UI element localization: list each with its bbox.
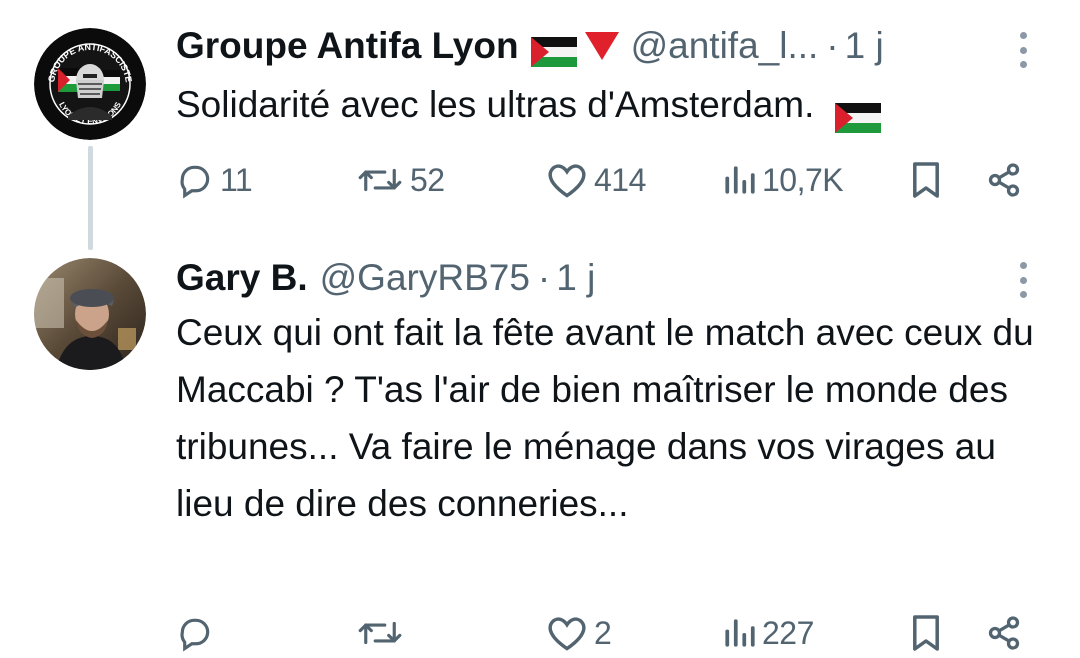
- share-icon: [988, 616, 1020, 650]
- like-count: 2: [594, 614, 612, 651]
- share-icon: [988, 163, 1020, 197]
- repost-button[interactable]: 52: [356, 155, 445, 205]
- tweet-text-content: Solidarité avec les ultras d'Amsterdam.: [176, 84, 815, 125]
- tweet-2: Gary B. @GaryRB75 · 1 j Ceux qui ont fai…: [0, 250, 1080, 656]
- tweet-1: GROUPE ANTIFASCISTE LYON ET ENVIRONS Gro…: [0, 0, 1080, 250]
- display-name[interactable]: Groupe Antifa Lyon: [176, 22, 519, 70]
- handle[interactable]: @GaryRB75: [320, 254, 530, 302]
- timestamp[interactable]: 1 j: [556, 254, 595, 302]
- timestamp[interactable]: 1 j: [845, 22, 884, 70]
- repost-button[interactable]: [356, 608, 410, 658]
- bookmark-icon: [913, 615, 939, 651]
- palestine-flag-icon: [834, 92, 881, 134]
- tweet-text: Solidarité avec les ultras d'Amsterdam.: [176, 76, 1056, 134]
- views-count: 10,7K: [762, 161, 844, 198]
- repost-icon: [358, 168, 402, 192]
- tweet-actions: 2 227: [0, 608, 1080, 658]
- tweet-text: Ceux qui ont fait la fête avant le match…: [176, 304, 1036, 532]
- more-options-icon[interactable]: [1014, 262, 1032, 298]
- reply-count: 11: [220, 161, 253, 198]
- views-icon: [725, 619, 755, 647]
- heart-icon: [548, 164, 586, 198]
- red-triangle-icon: [584, 32, 619, 60]
- handle[interactable]: @antifa_l...: [631, 22, 819, 70]
- views-button[interactable]: 10,7K: [722, 155, 844, 205]
- repost-count: 52: [410, 161, 445, 198]
- like-button[interactable]: 2: [546, 608, 612, 658]
- tweet-header: Groupe Antifa Lyon @antifa_l... · 1 j: [176, 22, 884, 70]
- palestine-flag-icon: [530, 31, 577, 67]
- views-count: 227: [762, 614, 814, 651]
- tweet-actions: 11 52 414 10,7K: [0, 155, 1080, 205]
- reply-icon: [180, 165, 210, 199]
- like-count: 414: [594, 161, 646, 198]
- repost-icon: [358, 621, 402, 645]
- like-button[interactable]: 414: [546, 155, 646, 205]
- views-button[interactable]: 227: [722, 608, 814, 658]
- bookmark-button[interactable]: [910, 155, 942, 205]
- bookmark-icon: [913, 162, 939, 198]
- views-icon: [725, 166, 755, 194]
- separator-dot: ·: [537, 257, 551, 298]
- more-options-icon[interactable]: [1014, 32, 1032, 68]
- avatar-gary-b[interactable]: [34, 258, 146, 370]
- heart-icon: [548, 617, 586, 651]
- tweet-text-content: Ceux qui ont fait la fête avant le match…: [176, 312, 1034, 524]
- display-name[interactable]: Gary B.: [176, 254, 308, 302]
- avatar-antifa-lyon[interactable]: GROUPE ANTIFASCISTE LYON ET ENVIRONS: [34, 28, 146, 140]
- reply-button[interactable]: 11: [176, 155, 253, 205]
- reply-button[interactable]: [176, 608, 220, 658]
- reply-icon: [180, 618, 210, 652]
- tweet-header: Gary B. @GaryRB75 · 1 j: [176, 254, 595, 302]
- share-button[interactable]: [986, 608, 1022, 658]
- bookmark-button[interactable]: [910, 608, 942, 658]
- separator-dot: ·: [826, 25, 839, 66]
- share-button[interactable]: [986, 155, 1022, 205]
